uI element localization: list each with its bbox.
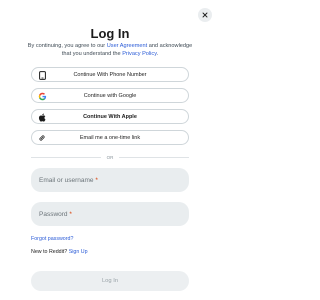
continue-google-button[interactable]: Continue with Google (31, 88, 189, 103)
signup-link[interactable]: Sign Up (69, 249, 88, 255)
username-input[interactable]: Email or username * (31, 168, 189, 192)
password-input[interactable]: Password * (31, 202, 189, 226)
forgot-password-link[interactable]: Forgot password? (31, 236, 73, 242)
or-label: OR (106, 154, 114, 160)
continue-apple-label: Continue With Apple (83, 113, 137, 120)
username-placeholder: Email or username (39, 176, 94, 184)
divider-line-left (31, 156, 101, 158)
or-divider: OR (31, 154, 189, 160)
agreement-prefix: By continuing, you agree to our (27, 43, 107, 49)
agreement-suffix: . (156, 51, 159, 58)
continue-apple-button[interactable]: Continue With Apple (31, 109, 189, 124)
user-agreement-link[interactable]: User Agreement (107, 43, 147, 49)
continue-google-label: Continue with Google (83, 92, 137, 99)
login-button[interactable]: Log In (31, 271, 189, 291)
password-placeholder: Password (39, 210, 68, 218)
link-icon (37, 133, 47, 143)
continue-phone-button[interactable]: Continue With Phone Number (31, 67, 189, 82)
continue-phone-label: Continue With Phone Number (73, 71, 147, 78)
phone-icon (37, 70, 47, 80)
signup-prompt: New to Reddit? Sign Up (31, 249, 88, 255)
email-link-label: Email me a one-time link (79, 134, 141, 141)
close-icon (202, 12, 208, 18)
new-to-text: New to Reddit? (31, 249, 69, 255)
close-button[interactable] (198, 8, 212, 22)
password-required-marker: * (69, 210, 72, 218)
privacy-policy-link[interactable]: Privacy Policy (122, 51, 156, 57)
apple-icon (37, 112, 47, 122)
email-link-button[interactable]: Email me a one-time link (31, 130, 189, 145)
username-required-marker: * (95, 176, 98, 184)
google-icon (37, 91, 47, 101)
divider-line-right (119, 156, 189, 158)
page-title: Log In (90, 26, 130, 41)
agreement-text: By continuing, you agree to our User Agr… (26, 42, 194, 58)
